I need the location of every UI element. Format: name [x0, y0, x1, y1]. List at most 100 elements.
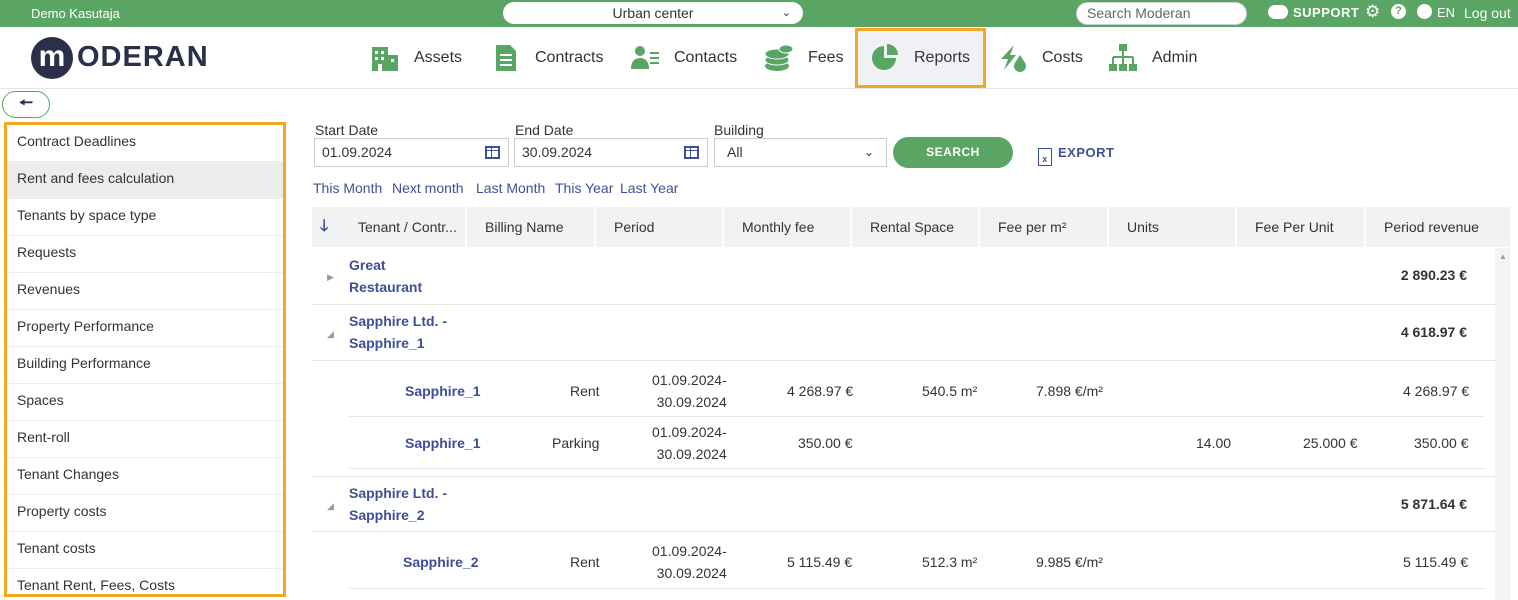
nav-admin-label: Admin: [1152, 49, 1198, 66]
help-icon[interactable]: ?: [1391, 4, 1406, 19]
back-button[interactable]: 🠔: [2, 91, 50, 118]
col-period[interactable]: Period: [596, 207, 724, 247]
nav-fees[interactable]: Fees: [764, 28, 844, 88]
group-row[interactable]: ◢ Sapphire Ltd. - Sapphire_2 5 871.64 €: [312, 476, 1495, 532]
start-date-label: Start Date: [315, 122, 379, 138]
sort-down-icon[interactable]: 🡓: [320, 207, 328, 247]
col-billing-name[interactable]: Billing Name: [467, 207, 596, 247]
row-tenant-link[interactable]: Sapphire_1: [405, 383, 480, 399]
building-dropdown[interactable]: All ⌄: [714, 138, 887, 167]
export-label: EXPORT: [1058, 145, 1115, 160]
nav-reports[interactable]: Reports: [855, 28, 986, 88]
group-row[interactable]: ▶ Great Restaurant 2 890.23 €: [312, 248, 1495, 305]
collapse-icon[interactable]: ◢: [327, 329, 334, 340]
col-period-revenue[interactable]: Period revenue: [1366, 207, 1510, 247]
top-bar: Demo Kasutaja Urban center ⌄ Search Mode…: [0, 0, 1518, 27]
sidebar-item-building-performance[interactable]: Building Performance: [7, 347, 283, 384]
row-monthly-fee: 350.00 €: [798, 435, 853, 451]
logout-link[interactable]: Log out: [1464, 5, 1511, 21]
group-name[interactable]: Great Restaurant: [349, 254, 422, 298]
gear-icon[interactable]: ⚙: [1365, 2, 1380, 22]
table-scrollbar[interactable]: [1495, 248, 1510, 600]
language-selector[interactable]: EN: [1437, 5, 1455, 20]
sidebar-item-requests[interactable]: Requests: [7, 236, 283, 273]
building-selector-value: Urban center: [612, 5, 694, 21]
nav-fees-label: Fees: [808, 49, 844, 66]
utilities-icon: [1001, 45, 1026, 72]
table-row[interactable]: Sapphire_1 Rent 01.09.2024- 30.09.2024 4…: [349, 361, 1484, 417]
row-period-revenue: 4 268.97 €: [1403, 383, 1470, 399]
sidebar-item-property-costs[interactable]: Property costs: [7, 495, 283, 532]
group-name-line2: Restaurant: [349, 279, 423, 295]
col-fee-per-unit[interactable]: Fee Per Unit: [1237, 207, 1366, 247]
col-fee-per-m2[interactable]: Fee per m²: [980, 207, 1109, 247]
scroll-up-icon[interactable]: ▲: [1499, 252, 1507, 261]
globe-icon[interactable]: [1417, 4, 1432, 19]
table-row[interactable]: Sapphire_1 Parking 01.09.2024- 30.09.202…: [349, 417, 1484, 469]
support-link[interactable]: SUPPORT: [1268, 5, 1359, 20]
group-name-line2: Sapphire_1: [349, 335, 425, 351]
group-name[interactable]: Sapphire Ltd. - Sapphire_1: [349, 310, 447, 354]
row-fee-per-m2: 7.898 €/m²: [1036, 383, 1103, 399]
row-units: 14.00: [1196, 435, 1232, 451]
sidebar-item-rent-roll[interactable]: Rent-roll: [7, 421, 283, 458]
nav-costs-label: Costs: [1042, 49, 1083, 66]
row-period-to: 30.09.2024: [656, 446, 727, 462]
group-name[interactable]: Sapphire Ltd. - Sapphire_2: [349, 482, 447, 526]
building-dropdown-value: All: [727, 144, 743, 160]
logo-text: ODERAN: [77, 41, 209, 73]
quick-last-year[interactable]: Last Year: [620, 180, 678, 196]
row-tenant-link[interactable]: Sapphire_1: [405, 435, 480, 451]
group-row[interactable]: ◢ Sapphire Ltd. - Sapphire_1 4 618.97 €: [312, 305, 1495, 361]
sidebar-item-tenants-by-space-type[interactable]: Tenants by space type: [7, 199, 283, 236]
global-search-input[interactable]: Search Moderan: [1076, 2, 1247, 25]
col-units[interactable]: Units: [1109, 207, 1237, 247]
nav-costs[interactable]: Costs: [998, 28, 1083, 88]
contacts-icon: [631, 46, 659, 69]
end-date-label: End Date: [515, 122, 574, 138]
quick-next-month[interactable]: Next month: [392, 180, 464, 196]
sidebar-item-rent-fees-calculation[interactable]: Rent and fees calculation: [7, 162, 283, 199]
sidebar-item-tenant-changes[interactable]: Tenant Changes: [7, 458, 283, 495]
calendar-icon[interactable]: [684, 146, 699, 159]
sidebar-item-tenant-costs[interactable]: Tenant costs: [7, 532, 283, 569]
sidebar-item-property-performance[interactable]: Property Performance: [7, 310, 283, 347]
row-fee-per-m2: 9.985 €/m²: [1036, 554, 1103, 570]
document-icon: [496, 45, 516, 71]
quick-this-month[interactable]: This Month: [313, 180, 382, 196]
end-date-input[interactable]: 30.09.2024: [514, 138, 708, 167]
nav-admin[interactable]: Admin: [1108, 28, 1197, 88]
start-date-input[interactable]: 01.09.2024: [314, 138, 509, 167]
quick-last-month[interactable]: Last Month: [476, 180, 545, 196]
sidebar-item-spaces[interactable]: Spaces: [7, 384, 283, 421]
nav-contracts[interactable]: Contracts: [491, 28, 603, 88]
quick-this-year[interactable]: This Year: [555, 180, 613, 196]
sidebar-item-revenues[interactable]: Revenues: [7, 273, 283, 310]
collapse-icon[interactable]: ◢: [327, 501, 334, 512]
nav-assets[interactable]: Assets: [370, 28, 462, 88]
row-billing-name: Rent: [570, 383, 600, 399]
back-arrow-icon: 🠔: [18, 95, 33, 112]
col-monthly-fee[interactable]: Monthly fee: [724, 207, 852, 247]
col-tenant[interactable]: Tenant / Contr...: [340, 207, 467, 247]
col-rental-space[interactable]: Rental Space: [852, 207, 980, 247]
pie-chart-icon: [872, 44, 898, 70]
nav-assets-label: Assets: [414, 49, 463, 66]
export-button[interactable]: x EXPORT: [1038, 145, 1114, 166]
calendar-icon[interactable]: [485, 146, 500, 159]
search-button[interactable]: SEARCH: [893, 137, 1013, 168]
chat-icon: [1268, 5, 1288, 19]
table-header: 🡓 Tenant / Contr... Billing Name Period …: [312, 207, 1510, 247]
building-selector[interactable]: Urban center ⌄: [503, 2, 803, 24]
row-period-to: 30.09.2024: [656, 394, 727, 410]
org-chart-icon: [1109, 44, 1137, 71]
expand-icon[interactable]: ▶: [327, 272, 334, 283]
row-tenant-link[interactable]: Sapphire_2: [403, 554, 478, 570]
chevron-down-icon: ⌄: [781, 7, 791, 19]
sidebar-item-tenant-rent-fees-costs[interactable]: Tenant Rent, Fees, Costs: [7, 569, 283, 594]
table-row[interactable]: Sapphire_2 Rent 01.09.2024- 30.09.2024 5…: [349, 532, 1484, 589]
nav-contacts[interactable]: Contacts: [630, 28, 737, 88]
excel-file-icon: x: [1038, 148, 1052, 166]
sidebar-item-contract-deadlines[interactable]: Contract Deadlines: [7, 125, 283, 162]
row-fee-per-unit: 25.000 €: [1303, 435, 1358, 451]
